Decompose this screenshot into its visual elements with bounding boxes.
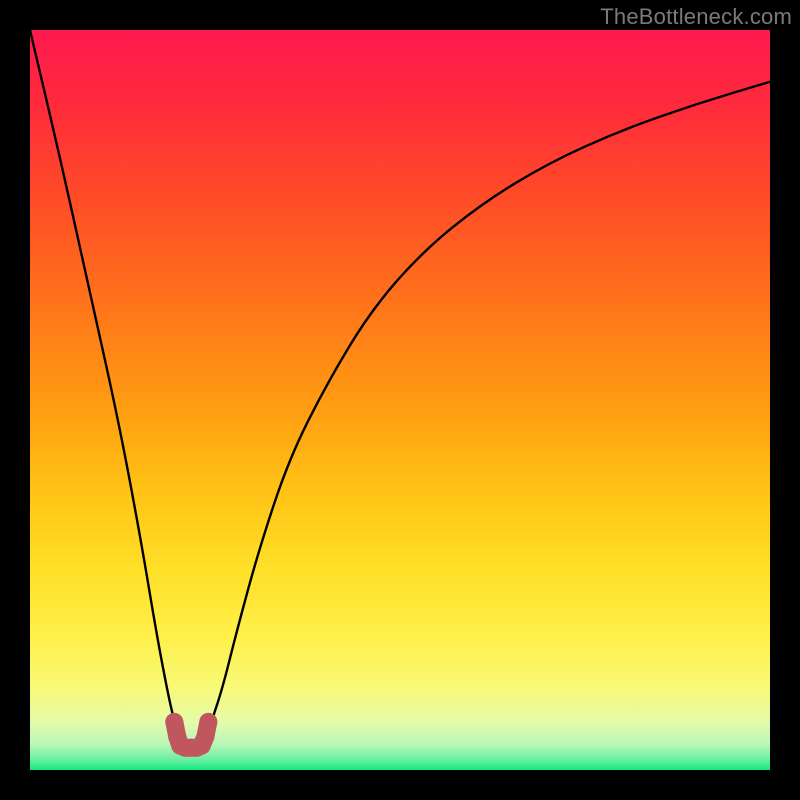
plot-area [30,30,770,770]
watermark-text: TheBottleneck.com [600,4,792,30]
background-gradient [30,30,770,770]
chart-frame: TheBottleneck.com [0,0,800,800]
